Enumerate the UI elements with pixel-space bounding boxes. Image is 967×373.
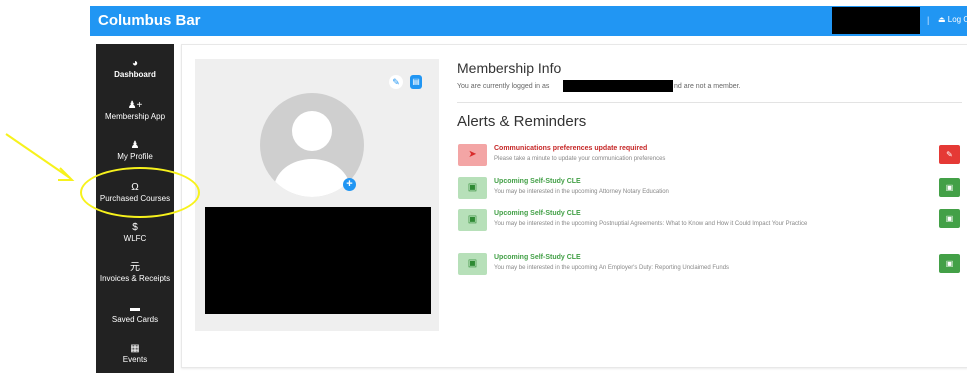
sidebar-item-label: My Profile [117, 152, 153, 161]
bank-icon: 元 [130, 262, 140, 273]
sidebar-item-label: Saved Cards [111, 315, 159, 324]
alert-title: Upcoming Self-Study CLE [494, 254, 581, 261]
sidebar-item-invoices-receipts[interactable]: 元 Invoices & Receipts [96, 262, 174, 284]
calendar-icon: ▣ [458, 177, 487, 199]
membership-info-suffix: nd are not a member. [674, 83, 741, 90]
sidebar-item-label: Membership App [104, 112, 166, 121]
open-course-button[interactable]: ▣ [939, 178, 960, 197]
divider [457, 102, 962, 103]
calendar-icon: ▣ [458, 209, 487, 231]
sidebar-item-label: Invoices & Receipts [99, 274, 171, 283]
dollar-icon: $ [132, 222, 138, 233]
open-course-button[interactable]: ▣ [939, 209, 960, 228]
alert-title: Upcoming Self-Study CLE [494, 210, 581, 217]
sidebar-item-label: Dashboard [114, 70, 156, 79]
alert-title: Communications preferences update requir… [494, 145, 648, 152]
sidebar-item-label: Purchased Courses [99, 194, 171, 203]
redacted-username [832, 7, 920, 34]
avatar-body [274, 159, 350, 197]
edit-preferences-button[interactable]: ✎ [939, 145, 960, 164]
membership-heading: Membership Info [457, 60, 562, 76]
sidebar-item-my-profile[interactable]: ♟ My Profile [96, 140, 174, 162]
sidebar-item-wlfc[interactable]: $ WLFC [96, 222, 174, 244]
sidebar-item-dashboard[interactable]: ◕ Dashboard [96, 58, 174, 80]
sidebar-item-saved-cards[interactable]: ▬ Saved Cards [96, 303, 174, 325]
credit-card-icon: ▬ [130, 303, 140, 314]
redacted-email [563, 80, 673, 92]
membership-info-prefix: You are currently logged in as [457, 83, 550, 90]
alert-description: You may be interested in the upcoming Po… [494, 221, 808, 227]
logout-link[interactable]: ⏏ Log Ou [938, 15, 967, 24]
top-bar: Columbus Bar | ⏏ Log Ou [90, 6, 967, 36]
alerts-heading: Alerts & Reminders [457, 113, 587, 130]
user-plus-icon: ♟+ [127, 100, 143, 111]
id-card-button[interactable]: ▤ [410, 75, 422, 89]
sidebar-item-membership-app[interactable]: ♟+ Membership App [96, 100, 174, 122]
alert-description: You may be interested in the upcoming An… [494, 265, 730, 271]
user-icon: ♟ [130, 140, 140, 151]
avatar-head [292, 111, 332, 151]
app-title[interactable]: Columbus Bar [98, 12, 201, 29]
sidebar-item-events[interactable]: ▦ Events [96, 343, 174, 365]
sidebar-item-label: WLFC [123, 234, 147, 243]
open-course-button[interactable]: ▣ [939, 254, 960, 273]
alert-description: Please take a minute to update your comm… [494, 156, 666, 162]
sidebar: ◕ Dashboard ♟+ Membership App ♟ My Profi… [96, 44, 174, 373]
alert-description: You may be interested in the upcoming At… [494, 189, 669, 195]
dashboard-icon: ◕ [131, 58, 139, 69]
add-photo-button[interactable]: + [343, 178, 356, 191]
graduation-icon: Ω [131, 182, 139, 193]
calendar-icon: ▣ [458, 253, 487, 275]
sidebar-item-label: Events [122, 355, 148, 364]
calendar-icon: ▦ [130, 343, 140, 354]
header-separator: | [927, 15, 930, 25]
edit-profile-button[interactable]: ✎ [389, 75, 403, 89]
alert-title: Upcoming Self-Study CLE [494, 178, 581, 185]
sidebar-item-purchased-courses[interactable]: Ω Purchased Courses [96, 182, 174, 204]
paper-plane-icon: ➤ [458, 144, 487, 166]
redacted-profile-details [205, 207, 431, 314]
